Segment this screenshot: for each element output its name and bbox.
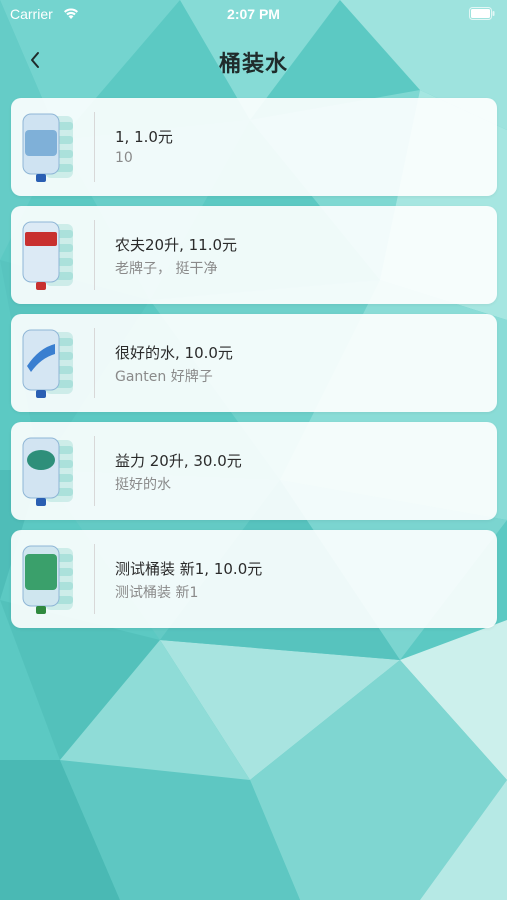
product-title: 很好的水, 10.0元 bbox=[115, 344, 233, 362]
item-divider bbox=[94, 544, 95, 614]
product-item[interactable]: 测试桶装 新1, 10.0元 测试桶装 新1 bbox=[11, 530, 497, 628]
bottle-cap bbox=[36, 498, 46, 506]
product-title: 测试桶装 新1, 10.0元 bbox=[115, 560, 263, 578]
bottle-cap bbox=[36, 174, 46, 182]
product-description: 老牌子， 挺干净 bbox=[115, 261, 218, 277]
item-divider bbox=[94, 112, 95, 182]
product-description: 测试桶装 新1 bbox=[115, 585, 199, 601]
item-divider bbox=[94, 436, 95, 506]
navigation-bar: 桶装水 bbox=[0, 36, 507, 84]
water-bottle-icon bbox=[22, 113, 73, 182]
bottle-cap bbox=[36, 606, 46, 614]
product-item[interactable]: 很好的水, 10.0元 Ganten 好牌子 bbox=[11, 314, 497, 412]
bottle-label bbox=[25, 554, 57, 590]
item-divider bbox=[94, 328, 95, 398]
product-title: 益力 20升, 30.0元 bbox=[115, 452, 242, 470]
water-bottle-icon bbox=[22, 221, 73, 290]
product-item[interactable]: 1, 1.0元 10 bbox=[11, 98, 497, 196]
product-title: 1, 1.0元 bbox=[115, 128, 173, 146]
status-time: 2:07 PM bbox=[227, 6, 280, 22]
water-bottle-icon bbox=[22, 329, 73, 398]
item-divider bbox=[94, 220, 95, 290]
product-item[interactable]: 益力 20升, 30.0元 挺好的水 bbox=[11, 422, 497, 520]
product-list: 1, 1.0元 10 农夫20升, 11.0元 老牌子， 挺干净 很好的水, 1… bbox=[11, 98, 497, 638]
bottle-label bbox=[25, 130, 57, 156]
product-description: 10 bbox=[115, 150, 133, 166]
bottle-cap bbox=[36, 282, 46, 290]
product-description: 挺好的水 bbox=[115, 477, 171, 493]
product-title: 农夫20升, 11.0元 bbox=[115, 236, 238, 254]
product-description: Ganten 好牌子 bbox=[115, 369, 213, 385]
status-bar: Carrier 2:07 PM bbox=[0, 0, 507, 28]
bottle-label bbox=[27, 450, 55, 470]
water-bottle-icon bbox=[22, 545, 73, 614]
battery-icon bbox=[469, 7, 495, 20]
bottle-label bbox=[25, 232, 57, 246]
water-bottle-icon bbox=[22, 437, 73, 506]
product-item[interactable]: 农夫20升, 11.0元 老牌子， 挺干净 bbox=[11, 206, 497, 304]
page-title: 桶装水 bbox=[218, 52, 288, 77]
bottle-cap bbox=[36, 390, 46, 398]
